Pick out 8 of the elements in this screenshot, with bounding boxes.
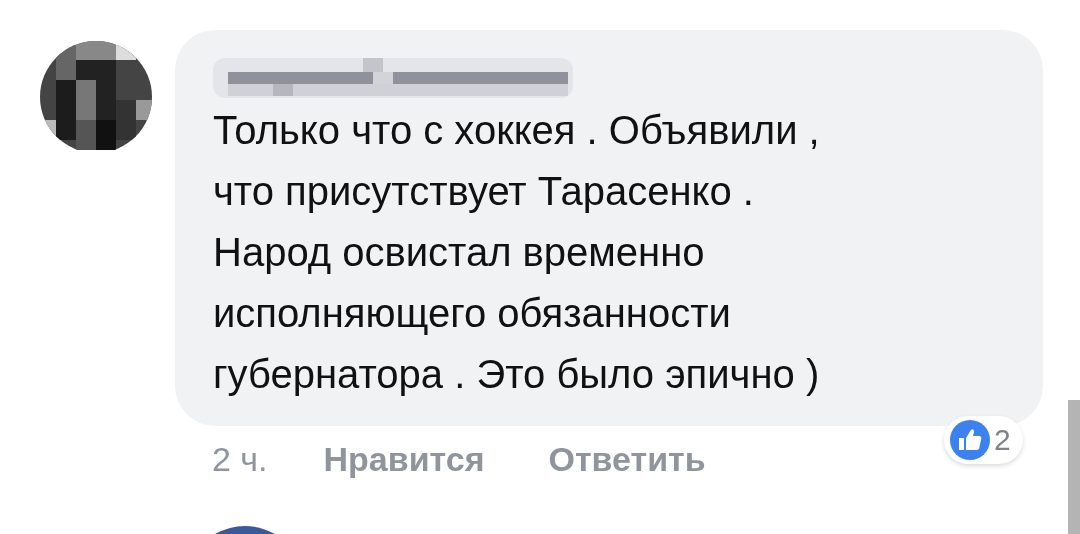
- reaction-badge[interactable]: 2: [944, 416, 1023, 464]
- reaction-count: 2: [994, 423, 1011, 457]
- thumbs-up-icon: [950, 420, 990, 460]
- like-link[interactable]: Нравится: [323, 440, 485, 479]
- timestamp[interactable]: 2 ч.: [212, 440, 268, 479]
- avatar: [215, 524, 275, 534]
- comment-text: Только что с хоккея . Объявили , что присутствует Тарасенко . Народ освистал временно исполняющего обязанности губернатора . Это было эпично ): [213, 107, 821, 398]
- reply-link[interactable]: Ответить: [548, 440, 706, 479]
